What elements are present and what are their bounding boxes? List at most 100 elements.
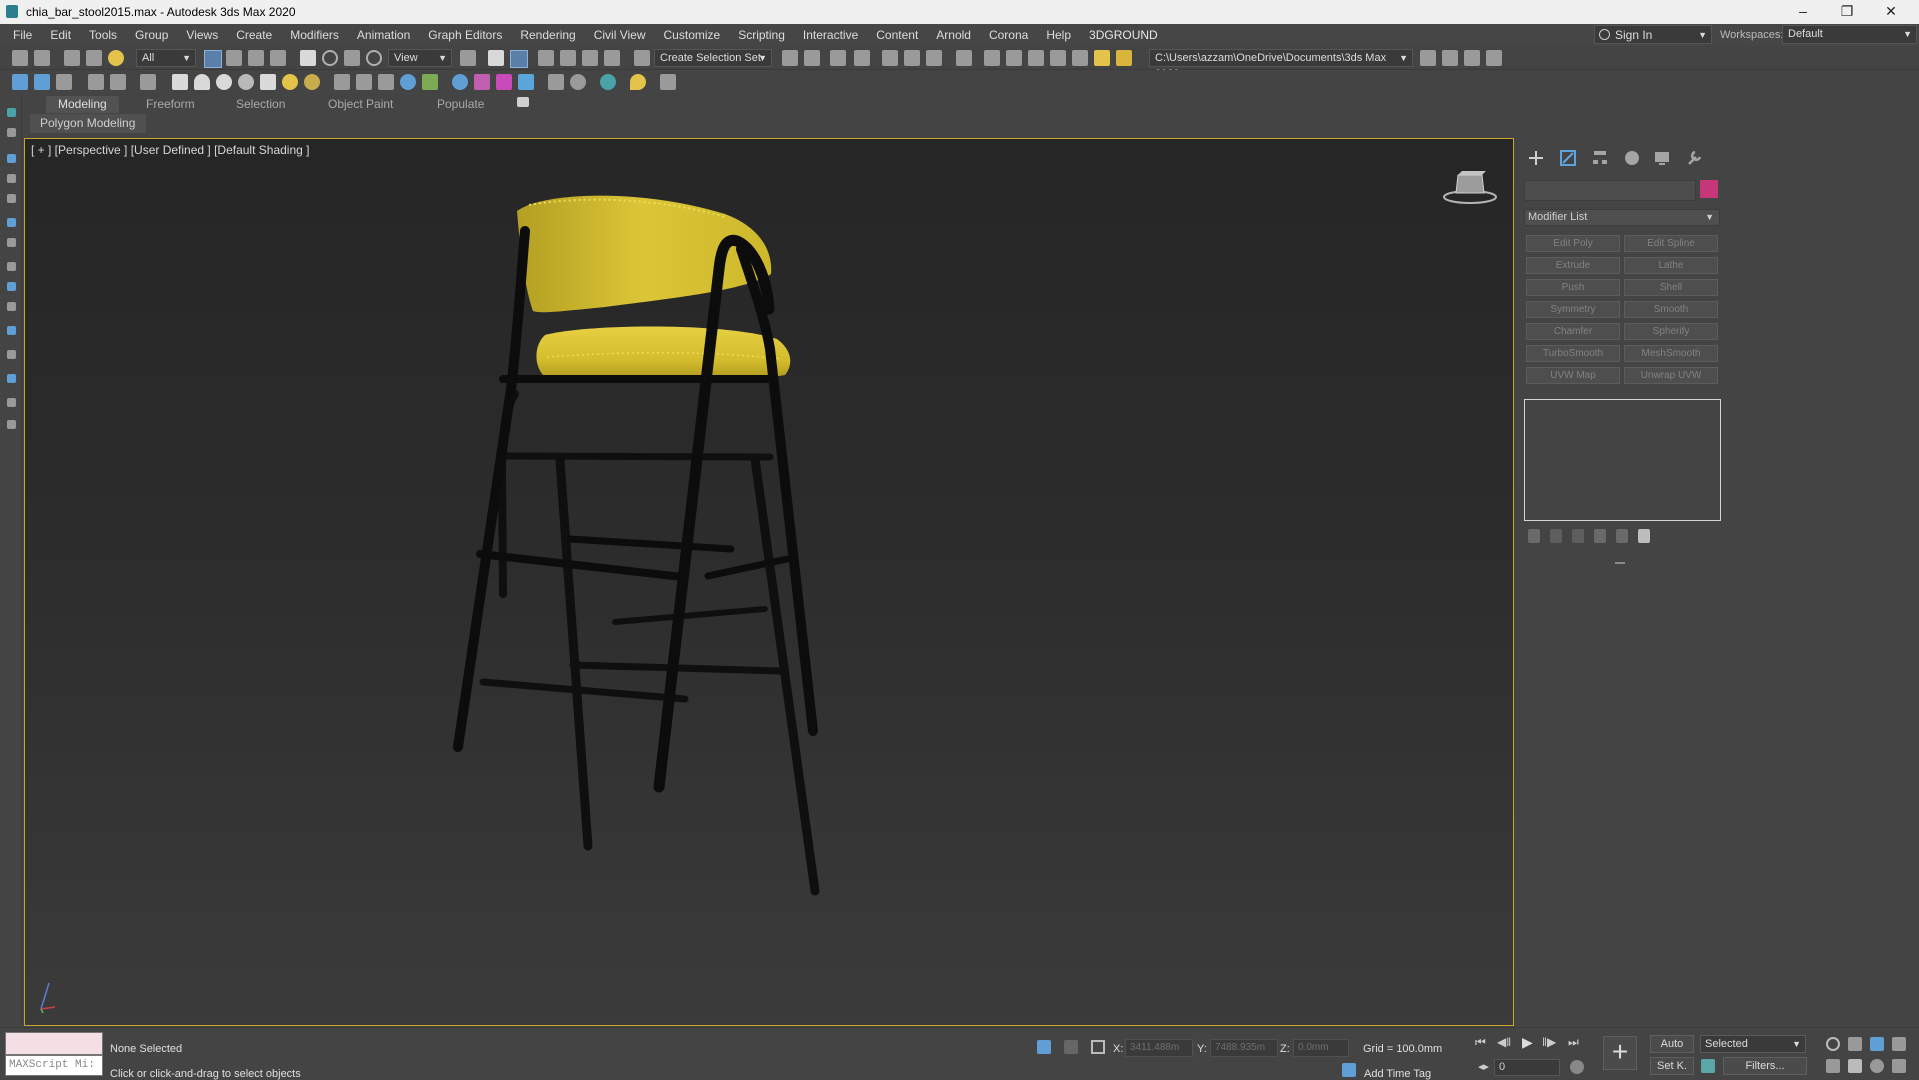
key-mode-toggle-icon[interactable]: ◂▸ [1478, 1060, 1489, 1073]
play-icon[interactable]: ▶ [1522, 1034, 1533, 1051]
modifier-turbosmooth-button[interactable]: TurboSmooth [1526, 345, 1620, 362]
current-frame-field[interactable]: 0 [1494, 1059, 1560, 1076]
move-icon[interactable] [300, 50, 316, 66]
spacewarp-icon[interactable] [356, 74, 372, 90]
pivot-center-icon[interactable] [460, 50, 476, 66]
render-setup-icon[interactable] [984, 50, 1000, 66]
pin-icon[interactable] [630, 74, 646, 90]
scene-icon[interactable] [12, 74, 28, 90]
modify-icon[interactable] [1558, 148, 1578, 168]
modifier-edit-spline-button[interactable]: Edit Spline [1624, 235, 1718, 252]
grid-icon[interactable] [660, 74, 676, 90]
link-tool-icon[interactable] [7, 374, 16, 383]
create-selection-set-dropdown[interactable]: Create Selection Set ▼ [654, 49, 772, 67]
maxscript-listener-output[interactable] [5, 1032, 103, 1055]
light-icon[interactable] [282, 74, 298, 90]
box-primitive-icon[interactable] [172, 74, 188, 90]
corona-material-icon[interactable] [496, 74, 512, 90]
maximize-viewport-icon[interactable] [1892, 1059, 1906, 1073]
motion-icon[interactable] [7, 174, 16, 183]
modifier-edit-poly-button[interactable]: Edit Poly [1526, 235, 1620, 252]
render-production-icon[interactable] [1028, 50, 1044, 66]
maximize-button[interactable]: ❐ [1825, 0, 1869, 24]
motion-panel-icon[interactable] [1622, 148, 1642, 168]
layer-tool-icon[interactable] [7, 194, 16, 203]
modifier-chamfer-button[interactable]: Chamfer [1526, 323, 1620, 340]
menu-interactive[interactable]: Interactive [794, 24, 867, 46]
menu-create[interactable]: Create [227, 24, 281, 46]
tab-populate[interactable]: Populate [425, 96, 496, 113]
utilities-icon[interactable] [548, 74, 564, 90]
material-editor-icon[interactable] [956, 50, 972, 66]
modifier-push-button[interactable]: Push [1526, 279, 1620, 296]
filters-button[interactable]: Filters... [1723, 1057, 1807, 1075]
a360-gallery-icon[interactable] [1072, 50, 1088, 66]
remove-modifier-icon[interactable] [1594, 529, 1606, 543]
xref-icon[interactable] [7, 326, 16, 335]
absolute-mode-icon[interactable] [1091, 1040, 1105, 1054]
corona-icon[interactable] [474, 74, 490, 90]
hierarchy-panel-icon[interactable] [1590, 148, 1610, 168]
y-coordinate-field[interactable]: 7488.935m [1210, 1039, 1278, 1057]
rendered-frame-window-icon[interactable] [1006, 50, 1022, 66]
eye-icon[interactable] [7, 398, 16, 407]
modifier-smooth-button[interactable]: Smooth [1624, 301, 1718, 318]
menu-corona[interactable]: Corona [980, 24, 1037, 46]
show-end-result-icon[interactable] [1550, 529, 1562, 543]
save-as-icon[interactable] [1464, 50, 1480, 66]
zoom-all-icon[interactable] [1848, 1037, 1862, 1051]
snaps-toggle-icon[interactable] [538, 50, 554, 66]
menu-content[interactable]: Content [867, 24, 927, 46]
isolate-selection-icon[interactable] [1037, 1040, 1051, 1054]
object-color-swatch[interactable] [1700, 180, 1718, 198]
tab-object-paint[interactable]: Object Paint [316, 96, 405, 113]
polygon-modeling-panel[interactable]: Polygon Modeling [30, 114, 146, 133]
menu-modifiers[interactable]: Modifiers [281, 24, 348, 46]
zoom-extents-icon[interactable] [1870, 1037, 1884, 1051]
selection-filter-dropdown[interactable]: All ▼ [136, 49, 196, 67]
modifier-unwrap-uvw-button[interactable]: Unwrap UVW [1624, 367, 1718, 384]
sphere-primitive-icon[interactable] [216, 74, 232, 90]
goto-start-icon[interactable]: ⏮ [1475, 1035, 1486, 1050]
menu-group[interactable]: Group [126, 24, 177, 46]
rectangular-selection-icon[interactable] [248, 50, 264, 66]
modify-tool-icon[interactable] [7, 218, 16, 227]
next-frame-icon[interactable]: ‖▶ [1542, 1035, 1556, 1049]
zoom-icon[interactable] [1826, 1037, 1840, 1051]
tab-freeform[interactable]: Freeform [134, 96, 207, 113]
isolate-icon[interactable] [7, 282, 16, 291]
previous-frame-icon[interactable]: ◀‖ [1497, 1035, 1511, 1049]
project-folder-dropdown[interactable]: C:\Users\azzam\OneDrive\Documents\3ds Ma… [1149, 49, 1413, 80]
keyboard-shortcut-override-icon[interactable] [510, 50, 528, 68]
menu-customize[interactable]: Customize [655, 24, 730, 46]
import-icon[interactable] [140, 74, 156, 90]
render-in-cloud-icon[interactable] [1050, 50, 1066, 66]
scene-settings-icon[interactable] [34, 74, 50, 90]
helper-icon[interactable] [334, 74, 350, 90]
sky-icon[interactable] [400, 74, 416, 90]
menu-scripting[interactable]: Scripting [729, 24, 794, 46]
save-icon[interactable] [1442, 50, 1458, 66]
key-filters-icon[interactable] [1701, 1059, 1715, 1073]
x-coordinate-field[interactable]: 3411.488m [1125, 1039, 1193, 1057]
menu-graph-editors[interactable]: Graph Editors [419, 24, 511, 46]
refresh-icon[interactable] [600, 74, 616, 90]
modifier-stack[interactable] [1524, 399, 1721, 521]
edit-named-selection-icon[interactable] [634, 50, 650, 66]
menu-views[interactable]: Views [177, 24, 227, 46]
filter-icon[interactable] [7, 420, 16, 429]
orbit-icon[interactable] [1870, 1059, 1884, 1073]
lock-icon[interactable] [7, 238, 16, 247]
auto-key-button[interactable]: Auto [1650, 1035, 1694, 1053]
torus-primitive-icon[interactable] [238, 74, 254, 90]
link-icon[interactable] [64, 50, 80, 66]
container-icon[interactable] [7, 302, 16, 311]
modifier-meshsmooth-button[interactable]: MeshSmooth [1624, 345, 1718, 362]
select-by-name-icon[interactable] [226, 50, 242, 66]
undo-icon[interactable] [12, 50, 28, 66]
layer-explorer-icon[interactable] [854, 50, 870, 66]
time-tag-icon[interactable] [1342, 1063, 1356, 1077]
cone-primitive-icon[interactable] [260, 74, 276, 90]
workspaces-dropdown[interactable]: Default ▼ [1782, 25, 1917, 44]
systems-icon[interactable] [378, 74, 394, 90]
